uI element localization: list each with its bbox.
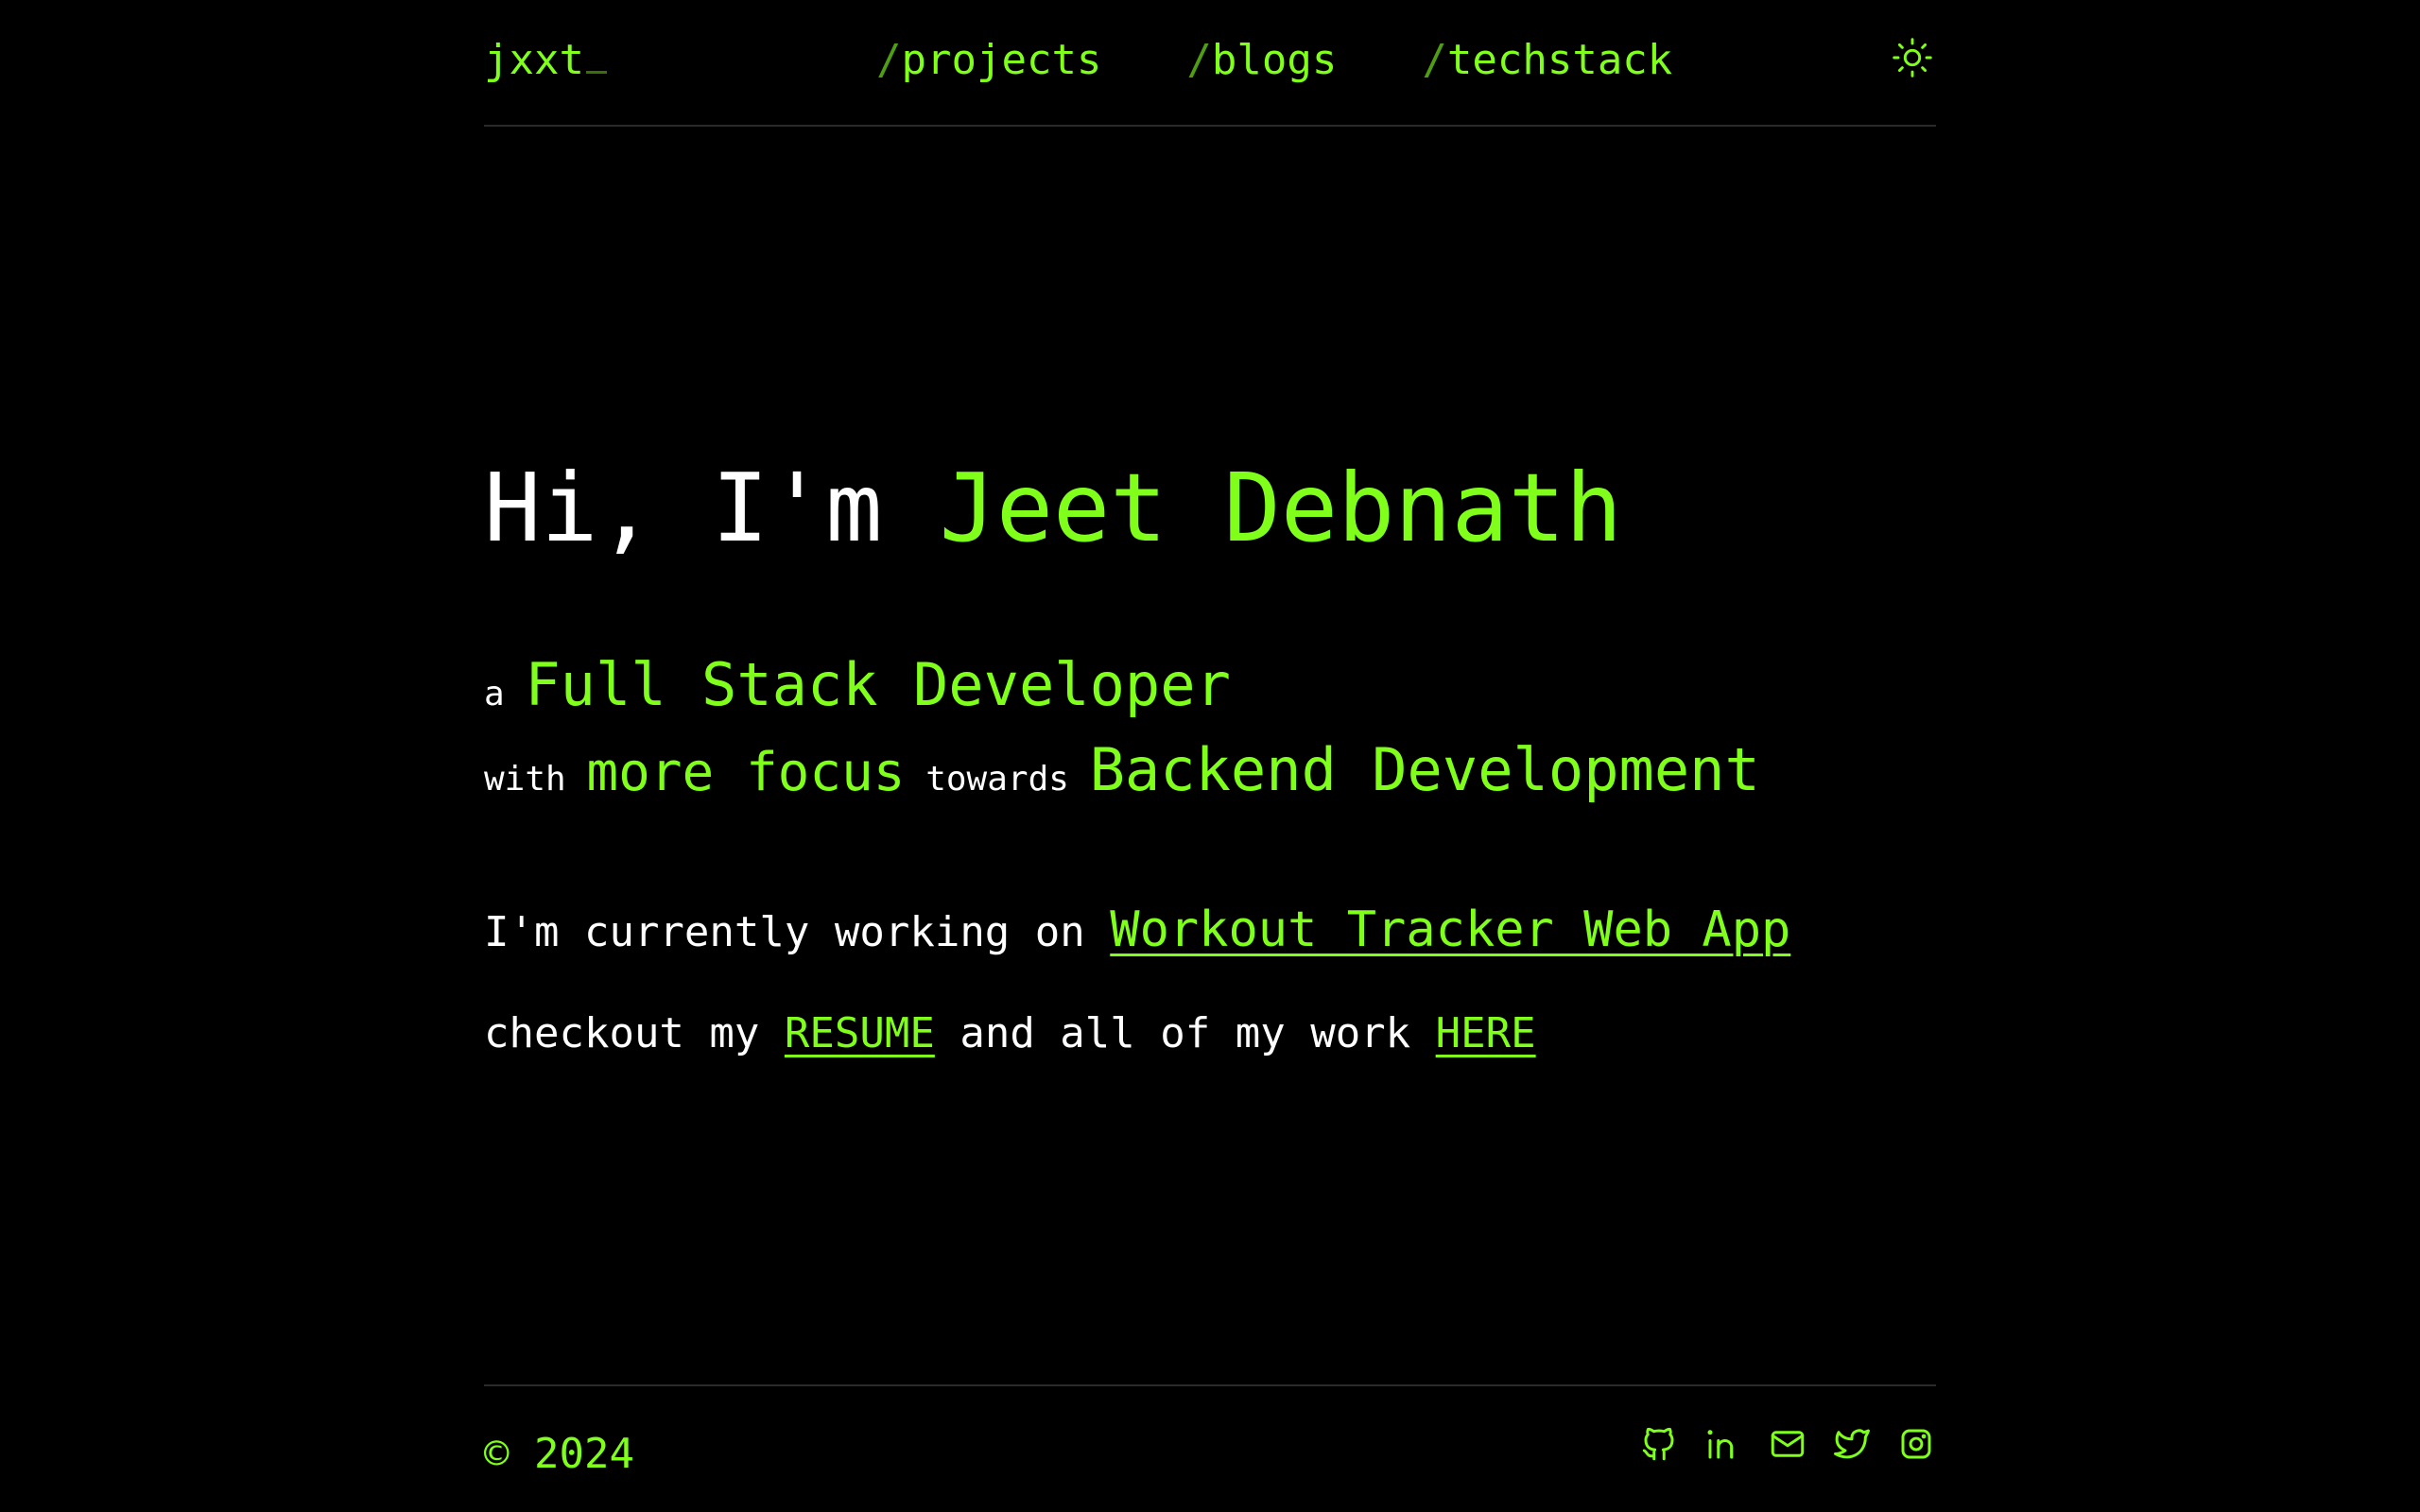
- logo-text: jxxt: [484, 36, 584, 84]
- page: jxxt /projects /blogs /techstack Hi, I'm…: [0, 0, 2420, 1512]
- linkedin-icon: [1707, 1430, 1734, 1459]
- nav-link-projects[interactable]: /projects: [876, 36, 1101, 84]
- sun-icon: [1893, 38, 1932, 77]
- nav-link-blogs[interactable]: /blogs: [1186, 36, 1337, 84]
- greeting-text: Hi, I'm: [484, 453, 940, 563]
- nav-slash: /: [1422, 36, 1447, 84]
- instagram-icon: [1901, 1429, 1931, 1459]
- mail-icon: [1771, 1431, 1805, 1457]
- twitter-link[interactable]: [1832, 1424, 1872, 1464]
- current-work-line: I'm currently working on Workout Tracker…: [484, 902, 1790, 958]
- role-line: a Full Stack Developer: [484, 650, 1231, 719]
- nav-label: projects: [901, 36, 1102, 84]
- focus-line: with more focus towards Backend Developm…: [484, 735, 1760, 804]
- resume-link[interactable]: RESUME: [785, 1009, 935, 1057]
- main-nav: /projects /blogs /techstack: [876, 36, 1672, 84]
- copyright-text: © 2024: [484, 1430, 634, 1478]
- twitter-icon: [1834, 1429, 1870, 1459]
- work-here-link[interactable]: HERE: [1436, 1009, 1536, 1057]
- specialty-text: Backend Development: [1089, 735, 1760, 804]
- current-project-link[interactable]: Workout Tracker Web App: [1110, 902, 1790, 958]
- hero-title: Hi, I'm Jeet Debnath: [484, 452, 1622, 565]
- working-prefix: I'm currently working on: [484, 908, 1111, 956]
- resume-middle: and all of my work: [934, 1009, 1436, 1057]
- towards-text: towards: [905, 760, 1090, 799]
- role-title: Full Stack Developer: [525, 650, 1231, 719]
- site-footer: © 2024: [484, 1384, 1936, 1512]
- linkedin-link[interactable]: [1703, 1424, 1743, 1464]
- with-text: with: [484, 760, 587, 799]
- mail-link[interactable]: [1768, 1424, 1807, 1464]
- resume-prefix: checkout my: [484, 1009, 785, 1057]
- nav-link-techstack[interactable]: /techstack: [1422, 36, 1672, 84]
- resume-line: checkout my RESUME and all of my work HE…: [484, 1009, 1536, 1057]
- main-container: jxxt /projects /blogs /techstack Hi, I'm…: [484, 0, 1936, 1512]
- theme-toggle-button[interactable]: [1889, 34, 1936, 81]
- github-link[interactable]: [1639, 1424, 1679, 1464]
- nav-label: techstack: [1446, 36, 1673, 84]
- site-header: jxxt /projects /blogs /techstack: [484, 0, 1936, 127]
- social-links: [1639, 1424, 1936, 1464]
- nav-slash: /: [1186, 36, 1212, 84]
- hero-name: Jeet Debnath: [939, 453, 1623, 563]
- role-prefix: a: [484, 675, 526, 713]
- logo-link[interactable]: jxxt: [484, 36, 607, 84]
- nav-slash: /: [876, 36, 902, 84]
- nav-label: blogs: [1211, 36, 1338, 84]
- focus-text: more focus: [586, 742, 906, 803]
- cursor-underscore: [585, 71, 607, 74]
- github-icon: [1642, 1427, 1674, 1461]
- instagram-link[interactable]: [1896, 1424, 1936, 1464]
